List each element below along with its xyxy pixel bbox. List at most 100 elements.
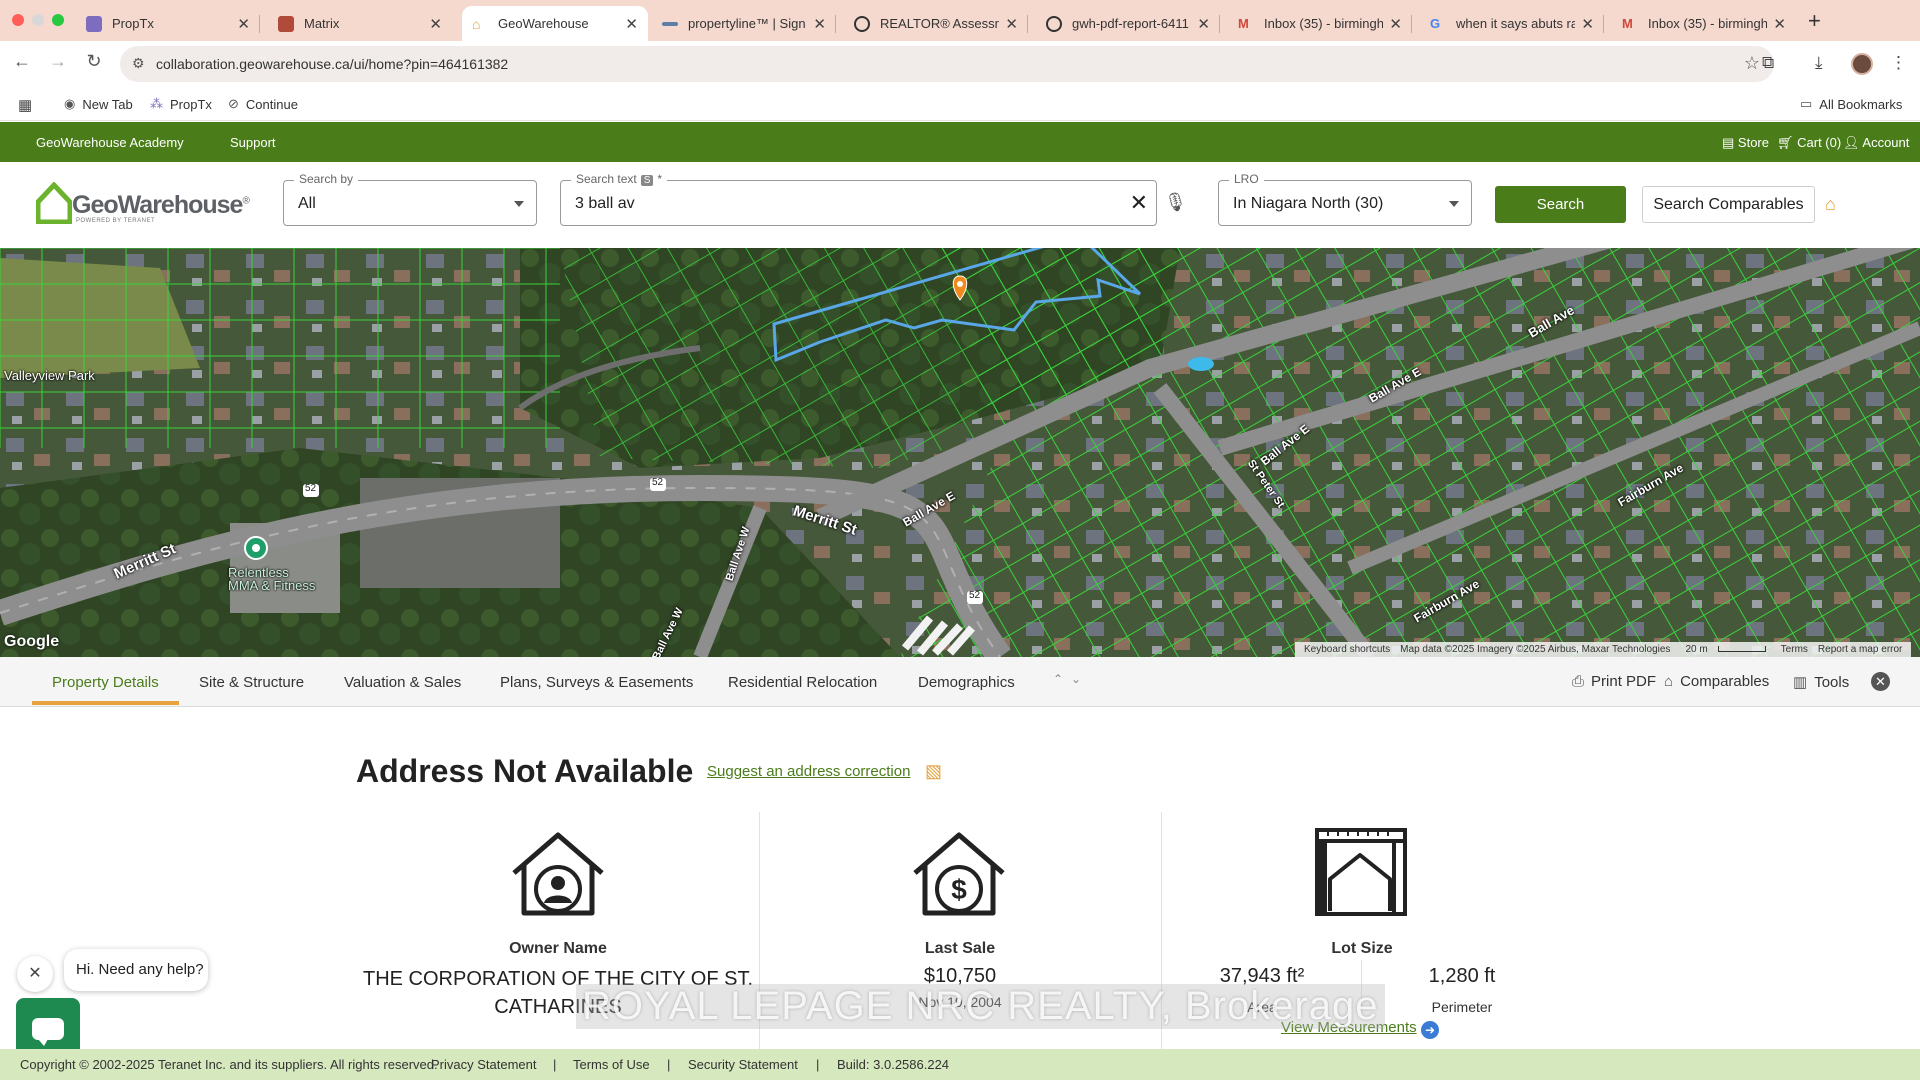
browser-tab-google-search[interactable]: G when it says abuts ra ✕	[1420, 6, 1604, 41]
tab-residential-relocation[interactable]: Residential Relocation	[728, 674, 877, 691]
browser-menu-icon[interactable]: ⋮	[1890, 53, 1907, 73]
window-close-button[interactable]	[12, 14, 24, 26]
download-icon[interactable]: ⤓	[1815, 53, 1823, 73]
arrow-right-icon[interactable]: ➜	[1421, 1021, 1439, 1039]
comparables-house-icon[interactable]: ⌂	[1825, 194, 1836, 215]
footer-separator: |	[667, 1057, 671, 1072]
chat-prompt-bubble[interactable]: Hi. Need any help?	[64, 949, 208, 991]
chat-dismiss-button[interactable]: ✕	[17, 956, 53, 992]
address-bar[interactable]: ⚙ collaboration.geowarehouse.ca/ui/home?…	[120, 46, 1774, 82]
store-link[interactable]: ▤ Store	[1722, 135, 1769, 151]
tab-title: PropTx	[112, 16, 154, 31]
browser-tab-matrix[interactable]: Matrix ✕	[268, 6, 452, 41]
print-pdf-button[interactable]: ⎙ Print PDF	[1572, 673, 1656, 690]
satellite-map[interactable]: Valleyview Park Merritt St Merritt St Ba…	[0, 248, 1920, 657]
map-canvas[interactable]	[0, 248, 1920, 657]
url-text[interactable]: collaboration.geowarehouse.ca/ui/home?pi…	[156, 56, 508, 72]
terms-link[interactable]: Terms	[1781, 644, 1808, 655]
browser-tab-geowarehouse[interactable]: ⌂ GeoWarehouse ✕	[462, 6, 648, 41]
sale-house-icon: $	[913, 832, 1005, 916]
search-button[interactable]: Search	[1495, 186, 1626, 223]
bookmark-proptx[interactable]: ⁂ PropTx	[150, 96, 212, 112]
terms-of-use-link[interactable]: Terms of Use	[573, 1057, 650, 1072]
security-statement-link[interactable]: Security Statement	[688, 1057, 798, 1072]
tab-close-icon[interactable]: ✕	[625, 15, 638, 33]
bookmark-continue[interactable]: ⊘ Continue	[228, 96, 298, 112]
bookmark-star-icon[interactable]: ☆	[1744, 53, 1760, 74]
map-edit-icon[interactable]: ▧	[925, 761, 942, 782]
suggest-address-correction-link[interactable]: Suggest an address correction	[707, 763, 910, 780]
tab-valuation-sales[interactable]: Valuation & Sales	[344, 674, 461, 691]
globe-icon: ◉	[64, 96, 76, 111]
site-info-icon[interactable]: ⚙	[132, 55, 145, 72]
search-header: GeoWarehouse® POWERED BY TERANET Search …	[0, 162, 1920, 248]
gmail-icon: M	[1622, 15, 1633, 31]
tab-close-icon[interactable]: ✕	[429, 15, 442, 33]
back-icon[interactable]: ←	[10, 51, 34, 72]
geowarehouse-logo[interactable]: GeoWarehouse® POWERED BY TERANET	[36, 182, 250, 228]
tab-close-icon[interactable]: ✕	[237, 15, 250, 33]
tab-close-icon[interactable]: ✕	[1389, 15, 1402, 33]
report-map-error-link[interactable]: Report a map error	[1818, 644, 1902, 655]
search-comparables-button[interactable]: Search Comparables	[1642, 186, 1815, 223]
tools-button[interactable]: ▥ Tools	[1793, 673, 1850, 692]
search-text-field[interactable]: Search text S * 3 ball av ✕	[560, 172, 1157, 226]
window-maximize-button[interactable]	[52, 14, 64, 26]
owner-house-icon	[512, 832, 604, 916]
search-by-select[interactable]: Search by All	[283, 172, 537, 226]
reload-icon[interactable]: ↻	[82, 51, 106, 72]
comparables-label: Comparables	[1680, 673, 1770, 690]
tab-demographics[interactable]: Demographics	[918, 674, 1015, 691]
map-label-relentless[interactable]: Relentless MMA & Fitness	[228, 566, 315, 592]
support-link[interactable]: Support	[230, 135, 276, 150]
extensions-icon[interactable]: ⧉	[1762, 53, 1774, 73]
tools-label: Tools	[1814, 673, 1850, 691]
tab-close-icon[interactable]: ✕	[1197, 15, 1210, 33]
mic-off-icon[interactable]: 🎙︎	[1164, 192, 1187, 213]
new-tab-button[interactable]: +	[1808, 8, 1821, 34]
browser-tab-propertyline[interactable]: propertyline™ | Sign I ✕	[652, 6, 836, 41]
forward-icon[interactable]: →	[46, 51, 70, 72]
browser-tab-realtor[interactable]: REALTOR® Assessme ✕	[844, 6, 1028, 41]
expand-collapse-icon[interactable]: ⌃⌄	[1053, 672, 1089, 686]
tab-title: gwh-pdf-report-6411	[1072, 16, 1189, 31]
clear-search-icon[interactable]: ✕	[1130, 190, 1148, 216]
browser-tab-proptx[interactable]: PropTx ✕	[76, 6, 260, 41]
tab-title: Inbox (35) - birmingh	[1648, 16, 1768, 31]
cart-link[interactable]: 🛒︎ Cart (0)	[1777, 135, 1841, 151]
browser-tab-gwh-pdf[interactable]: gwh-pdf-report-6411 ✕	[1036, 6, 1220, 41]
search-text-label: Search text S *	[571, 172, 668, 186]
keyboard-shortcuts-link[interactable]: Keyboard shortcuts	[1304, 644, 1390, 655]
tab-property-details[interactable]: Property Details	[52, 674, 159, 691]
tab-plans-surveys[interactable]: Plans, Surveys & Easements	[500, 674, 693, 691]
tab-close-icon[interactable]: ✕	[1581, 15, 1594, 33]
logo-house-icon	[36, 182, 72, 224]
browser-tab-inbox-1[interactable]: M Inbox (35) - birmingh ✕	[1228, 6, 1412, 41]
tab-title: GeoWarehouse	[498, 16, 589, 31]
search-text-value[interactable]: 3 ball av	[575, 195, 635, 213]
lro-select[interactable]: LRO In Niagara North (30)	[1218, 172, 1472, 226]
close-panel-icon[interactable]: ✕	[1871, 672, 1890, 691]
profile-avatar[interactable]	[1851, 53, 1873, 75]
highway-number: 52	[969, 590, 981, 601]
academy-link[interactable]: GeoWarehouse Academy	[36, 135, 184, 150]
search-by-label: Search by	[294, 172, 359, 186]
map-scale: 20 m	[1680, 644, 1770, 655]
browser-tab-inbox-2[interactable]: M Inbox (35) - birmingh ✕	[1612, 6, 1796, 41]
bookmark-new-tab[interactable]: ◉ New Tab	[64, 96, 133, 112]
privacy-statement-link[interactable]: Privacy Statement	[431, 1057, 537, 1072]
tab-close-icon[interactable]: ✕	[813, 15, 826, 33]
owner-name-heading: Owner Name	[509, 940, 607, 957]
tab-close-icon[interactable]: ✕	[1773, 15, 1786, 33]
tab-site-structure[interactable]: Site & Structure	[199, 674, 304, 691]
apps-grid-icon[interactable]: ▦	[18, 96, 32, 114]
business-pin-icon[interactable]	[244, 536, 268, 560]
comparables-button[interactable]: ⌂ Comparables	[1664, 673, 1769, 690]
bookmarks-bar: ▦ ◉ New Tab ⁂ PropTx ⊘ Continue ▭ All Bo…	[0, 87, 1920, 121]
account-link[interactable]: 👤︎ Account	[1843, 135, 1909, 151]
cart-icon: 🛒︎	[1777, 135, 1798, 150]
all-bookmarks[interactable]: ▭ All Bookmarks	[1800, 96, 1902, 112]
tab-close-icon[interactable]: ✕	[1005, 15, 1018, 33]
window-minimize-button[interactable]	[32, 14, 44, 26]
required-marker: *	[657, 172, 663, 186]
